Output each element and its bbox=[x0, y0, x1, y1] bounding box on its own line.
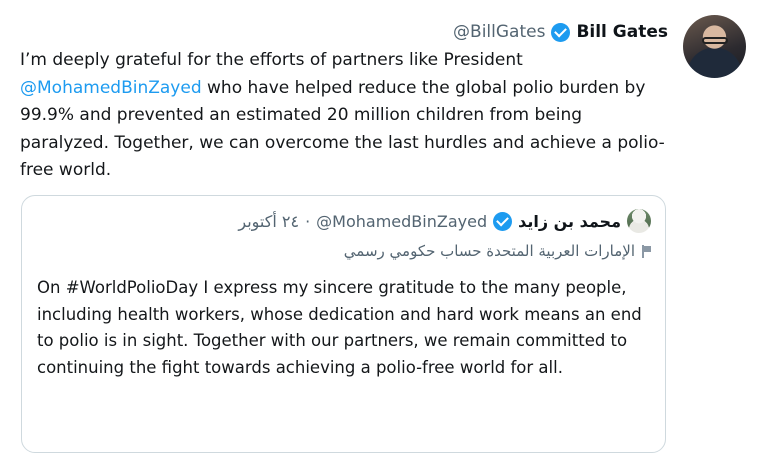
quoted-tweet-card[interactable]: ٢٤ أكتوبر · @MohamedBinZayed محمد بن زاي… bbox=[21, 195, 666, 453]
verified-badge-icon bbox=[551, 22, 571, 42]
quoted-timestamp[interactable]: ٢٤ أكتوبر bbox=[238, 212, 299, 231]
tweet-text-part-1: I’m deeply grateful for the efforts of p… bbox=[20, 50, 523, 70]
glasses-detail bbox=[702, 37, 728, 44]
author-handle[interactable]: @BillGates bbox=[453, 22, 545, 42]
quoted-author-avatar[interactable] bbox=[627, 209, 651, 233]
quoted-tweet-text: On #WorldPolioDay I express my sincere g… bbox=[37, 278, 642, 377]
tweet-text: I’m deeply grateful for the efforts of p… bbox=[20, 47, 670, 185]
quoted-verified-badge-icon bbox=[493, 211, 513, 231]
quoted-tweet-header: ٢٤ أكتوبر · @MohamedBinZayed محمد بن زاي… bbox=[238, 209, 651, 233]
author-avatar[interactable] bbox=[683, 15, 746, 78]
account-label-text: الإمارات العربية المتحدة حساب حكومي رسمي bbox=[343, 242, 635, 260]
quoted-separator: · bbox=[305, 211, 311, 231]
quoted-author-handle[interactable]: @MohamedBinZayed bbox=[316, 212, 487, 231]
government-account-label: الإمارات العربية المتحدة حساب حكومي رسمي bbox=[344, 242, 651, 260]
tweet-header: @BillGates Bill Gates bbox=[453, 19, 668, 45]
flag-icon bbox=[641, 244, 651, 258]
quoted-author-name[interactable]: محمد بن زايد bbox=[518, 212, 621, 231]
mention-link[interactable]: @MohamedBinZayed bbox=[20, 78, 202, 98]
author-name[interactable]: Bill Gates bbox=[576, 22, 668, 42]
